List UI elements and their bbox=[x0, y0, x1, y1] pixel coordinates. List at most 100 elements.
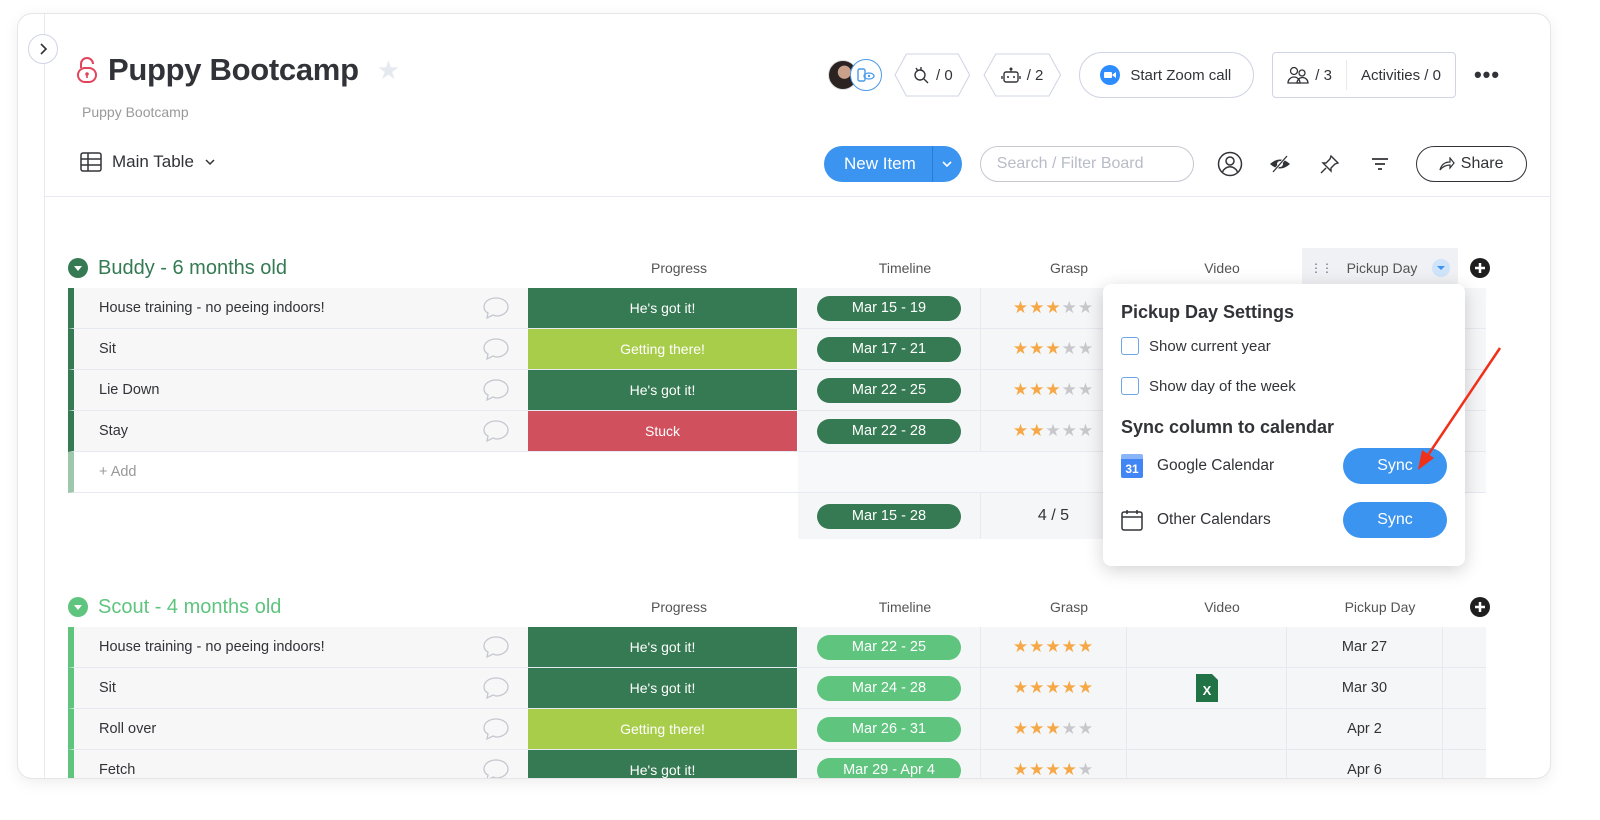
rating-star-icon[interactable]: ★ bbox=[1013, 380, 1029, 400]
rating-star-icon[interactable]: ★ bbox=[1062, 678, 1078, 698]
timeline-cell[interactable]: Mar 22 - 25 bbox=[798, 370, 980, 411]
progress-status-cell[interactable]: He's got it! bbox=[528, 668, 798, 709]
column-header-pickup-day[interactable]: Pickup Day bbox=[1302, 599, 1458, 615]
progress-status-cell[interactable]: He's got it! bbox=[528, 627, 798, 668]
pickup-day-cell[interactable]: Apr 2 bbox=[1286, 709, 1442, 750]
column-header-grasp[interactable]: Grasp bbox=[996, 260, 1142, 276]
timeline-cell[interactable]: Mar 22 - 28 bbox=[798, 411, 980, 452]
pickup-day-cell[interactable]: Mar 30 bbox=[1286, 668, 1442, 709]
new-item-dropdown[interactable] bbox=[931, 146, 962, 182]
rating-star-icon[interactable]: ★ bbox=[1045, 637, 1061, 657]
rating-star-icon[interactable]: ★ bbox=[1062, 760, 1078, 778]
automations-button[interactable]: / 2 bbox=[983, 53, 1062, 97]
rating-star-icon[interactable]: ★ bbox=[1029, 760, 1045, 778]
comment-bubble-icon[interactable] bbox=[482, 717, 510, 741]
rating-star-icon[interactable]: ★ bbox=[1078, 760, 1094, 778]
rating-star-icon[interactable]: ★ bbox=[1045, 298, 1061, 318]
item-name-cell[interactable]: Stay bbox=[68, 411, 528, 452]
search-filter-input[interactable] bbox=[979, 146, 1194, 182]
column-header-pickup-day[interactable]: ⋮⋮ Pickup Day bbox=[1302, 248, 1458, 288]
item-name-cell[interactable]: Sit bbox=[68, 668, 528, 709]
progress-status-cell[interactable]: Getting there! bbox=[528, 329, 798, 370]
rating-star-icon[interactable]: ★ bbox=[1029, 339, 1045, 359]
column-menu-dropdown-icon[interactable] bbox=[1432, 259, 1450, 277]
rating-star-icon[interactable]: ★ bbox=[1062, 380, 1078, 400]
column-header-video[interactable]: Video bbox=[1142, 260, 1302, 276]
video-file-cell[interactable] bbox=[1126, 750, 1286, 778]
group-title[interactable]: Scout - 4 months old bbox=[98, 596, 544, 619]
timeline-cell[interactable]: Mar 24 - 28 bbox=[798, 668, 980, 709]
rating-star-icon[interactable]: ★ bbox=[1013, 678, 1029, 698]
rating-star-icon[interactable]: ★ bbox=[1078, 421, 1094, 441]
drag-handle-icon[interactable]: ⋮⋮ bbox=[1310, 261, 1333, 275]
rating-star-icon[interactable]: ★ bbox=[1045, 380, 1061, 400]
start-zoom-call-button[interactable]: Start Zoom call bbox=[1079, 52, 1255, 98]
rating-star-icon[interactable]: ★ bbox=[1045, 760, 1061, 778]
timeline-cell[interactable]: Mar 17 - 21 bbox=[798, 329, 980, 370]
rating-star-icon[interactable]: ★ bbox=[1013, 339, 1029, 359]
comment-bubble-icon[interactable] bbox=[482, 337, 510, 361]
rating-star-icon[interactable]: ★ bbox=[1078, 637, 1094, 657]
rating-star-icon[interactable]: ★ bbox=[1029, 380, 1045, 400]
rating-star-icon[interactable]: ★ bbox=[1045, 339, 1061, 359]
comment-bubble-icon[interactable] bbox=[482, 296, 510, 320]
rating-star-icon[interactable]: ★ bbox=[1013, 298, 1029, 318]
rating-star-icon[interactable]: ★ bbox=[1062, 719, 1078, 739]
add-item-input[interactable]: + Add bbox=[68, 452, 798, 493]
item-name[interactable]: Roll over bbox=[99, 721, 156, 737]
item-name-cell[interactable]: Sit bbox=[68, 329, 528, 370]
other-calendars-sync-button[interactable]: Sync bbox=[1343, 502, 1447, 538]
rating-star-icon[interactable]: ★ bbox=[1078, 298, 1094, 318]
item-name-cell[interactable]: Roll over bbox=[68, 709, 528, 750]
comment-bubble-icon[interactable] bbox=[482, 635, 510, 659]
show-day-of-week-option[interactable]: Show day of the week bbox=[1121, 377, 1447, 395]
members-button[interactable]: / 3 bbox=[1273, 53, 1346, 97]
progress-status-cell[interactable]: He's got it! bbox=[528, 288, 798, 329]
rating-star-icon[interactable]: ★ bbox=[1078, 719, 1094, 739]
progress-status-cell[interactable]: Getting there! bbox=[528, 709, 798, 750]
item-name-cell[interactable]: House training - no peeing indoors! bbox=[68, 627, 528, 668]
pin-icon[interactable] bbox=[1316, 150, 1344, 178]
grasp-rating-cell[interactable]: ★ ★ ★ ★ ★ bbox=[980, 627, 1126, 668]
rating-star-icon[interactable]: ★ bbox=[1013, 421, 1029, 441]
progress-status-cell[interactable]: He's got it! bbox=[528, 370, 798, 411]
item-name[interactable]: Stay bbox=[99, 423, 128, 439]
rating-star-icon[interactable]: ★ bbox=[1013, 760, 1029, 778]
add-column-button[interactable] bbox=[1458, 597, 1502, 617]
rating-star-icon[interactable]: ★ bbox=[1062, 339, 1078, 359]
rating-star-icon[interactable]: ★ bbox=[1029, 298, 1045, 318]
board-description[interactable]: Puppy Bootcamp bbox=[82, 104, 189, 120]
timeline-cell[interactable]: Mar 22 - 25 bbox=[798, 627, 980, 668]
group-collapse-toggle[interactable] bbox=[68, 597, 88, 617]
person-filter-icon[interactable] bbox=[1216, 150, 1244, 178]
column-header-progress[interactable]: Progress bbox=[544, 260, 814, 276]
grasp-rating-cell[interactable]: ★ ★ ★ ★ ★ bbox=[980, 750, 1126, 778]
comment-bubble-icon[interactable] bbox=[482, 758, 510, 778]
item-name[interactable]: House training - no peeing indoors! bbox=[99, 639, 325, 655]
add-column-button[interactable] bbox=[1458, 258, 1502, 278]
board-title[interactable]: Puppy Bootcamp bbox=[108, 52, 359, 88]
grasp-rating-cell[interactable]: ★ ★ ★ ★ ★ bbox=[980, 668, 1126, 709]
comment-bubble-icon[interactable] bbox=[482, 378, 510, 402]
excel-file-icon[interactable]: X bbox=[1195, 674, 1218, 702]
show-current-year-checkbox[interactable] bbox=[1121, 337, 1139, 355]
rating-star-icon[interactable]: ★ bbox=[1062, 637, 1078, 657]
item-name[interactable]: Lie Down bbox=[99, 382, 159, 398]
more-options-icon[interactable]: ••• bbox=[1474, 62, 1500, 88]
video-file-cell[interactable]: X bbox=[1126, 668, 1286, 709]
rating-star-icon[interactable]: ★ bbox=[1062, 298, 1078, 318]
progress-status-cell[interactable]: Stuck bbox=[528, 411, 798, 452]
item-name[interactable]: House training - no peeing indoors! bbox=[99, 300, 325, 316]
rating-star-icon[interactable]: ★ bbox=[1029, 637, 1045, 657]
item-name[interactable]: Sit bbox=[99, 341, 116, 357]
video-file-cell[interactable] bbox=[1126, 709, 1286, 750]
hide-columns-icon[interactable] bbox=[1266, 150, 1294, 178]
item-name-cell[interactable]: Fetch bbox=[68, 750, 528, 778]
filter-icon[interactable] bbox=[1366, 150, 1394, 178]
rating-star-icon[interactable]: ★ bbox=[1045, 719, 1061, 739]
rating-star-icon[interactable]: ★ bbox=[1045, 678, 1061, 698]
video-file-cell[interactable] bbox=[1126, 627, 1286, 668]
share-button[interactable]: Share bbox=[1415, 146, 1527, 182]
rating-star-icon[interactable]: ★ bbox=[1029, 678, 1045, 698]
rating-star-icon[interactable]: ★ bbox=[1078, 678, 1094, 698]
